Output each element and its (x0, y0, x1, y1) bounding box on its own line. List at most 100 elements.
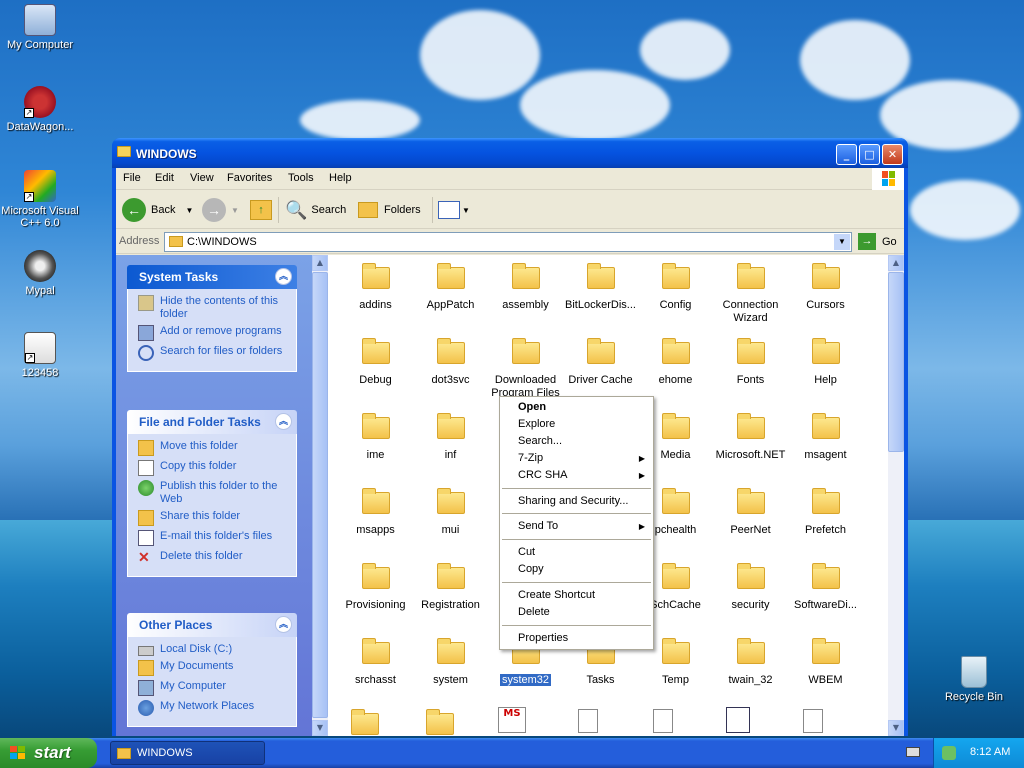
scroll-up-button[interactable]: ▲ (888, 255, 904, 271)
place-my-computer[interactable]: My Computer (138, 680, 290, 696)
chevron-up-icon[interactable]: ︽ (275, 268, 292, 285)
context-menu-properties[interactable]: Properties (518, 632, 568, 644)
task-copy-folder[interactable]: Copy this folder (138, 460, 290, 476)
title-bar[interactable]: WINDOWS _ □ ✕ (112, 138, 908, 168)
context-menu-search[interactable]: Search... (518, 435, 562, 447)
folder-item[interactable]: ehome (638, 338, 713, 387)
folder-item[interactable]: Connection Wizard (713, 263, 788, 325)
folder-item[interactable]: Microsoft.NET (713, 413, 788, 462)
scroll-up-button[interactable]: ▲ (312, 255, 328, 271)
menu-edit[interactable]: Edit (155, 172, 174, 184)
context-menu-crc-sha[interactable]: CRC SHA (518, 469, 568, 481)
place-my-network-places[interactable]: My Network Places (138, 700, 290, 716)
folders-button[interactable]: Folders (358, 196, 421, 224)
desktop-icon-my-computer[interactable]: My Computer (0, 4, 80, 51)
task-move-folder[interactable]: Move this folder (138, 440, 290, 456)
folder-item[interactable]: inf (413, 413, 488, 462)
folder-item[interactable]: assembly (488, 263, 563, 312)
place-my-documents[interactable]: My Documents (138, 660, 290, 676)
scroll-thumb[interactable] (888, 272, 904, 452)
chevron-up-icon[interactable]: ︽ (275, 413, 292, 430)
folder-item[interactable]: srchasst (338, 638, 413, 687)
context-menu-delete[interactable]: Delete (518, 606, 550, 618)
task-share-folder[interactable]: Share this folder (138, 510, 290, 526)
desktop-icon-datawagon[interactable]: ↗ DataWagon... (0, 86, 80, 133)
keyboard-icon[interactable] (906, 747, 920, 757)
context-menu-explore[interactable]: Explore (518, 418, 555, 430)
task-publish-folder[interactable]: Publish this folder to the Web (138, 480, 290, 506)
task-add-remove-programs[interactable]: Add or remove programs (138, 325, 290, 341)
folder-item[interactable]: Prefetch (788, 488, 863, 537)
folder-item[interactable]: Debug (338, 338, 413, 387)
folder-item[interactable]: addins (338, 263, 413, 312)
close-button[interactable]: ✕ (882, 144, 903, 165)
menu-view[interactable]: View (190, 172, 214, 184)
address-dropdown-button[interactable]: ▼ (834, 234, 850, 250)
scroll-thumb[interactable] (312, 272, 328, 718)
task-delete-folder[interactable]: ✕ Delete this folder (138, 550, 290, 566)
search-button[interactable]: 🔍 Search (285, 196, 346, 224)
context-menu-cut[interactable]: Cut (518, 546, 535, 558)
up-folder-button[interactable]: ↑ (250, 196, 272, 224)
context-menu-copy[interactable]: Copy (518, 563, 544, 575)
folder-item[interactable]: Help (788, 338, 863, 387)
task-hide-contents[interactable]: Hide the contents of this folder (138, 295, 290, 321)
folder-item[interactable]: PeerNet (713, 488, 788, 537)
folder-item[interactable]: SoftwareDi... (788, 563, 863, 612)
menu-file[interactable]: File (123, 172, 141, 184)
folder-item[interactable]: Fonts (713, 338, 788, 387)
folder-item[interactable]: BitLockerDis... (563, 263, 638, 312)
folder-item[interactable]: security (713, 563, 788, 612)
desktop-icon-visual-cpp[interactable]: ↗ Microsoft Visual C++ 6.0 (0, 170, 80, 229)
folder-item[interactable]: WBEM (788, 638, 863, 687)
scroll-down-button[interactable]: ▼ (888, 720, 904, 736)
context-menu-sharing-security[interactable]: Sharing and Security... (518, 495, 628, 507)
context-menu-open[interactable]: Open (518, 401, 546, 413)
folder-item[interactable]: dot3svc (413, 338, 488, 387)
context-menu-7zip[interactable]: 7-Zip (518, 452, 543, 464)
local-disk-icon (138, 646, 154, 656)
folder-item[interactable]: twain_32 (713, 638, 788, 687)
folder-item[interactable]: Config (638, 263, 713, 312)
context-menu-send-to[interactable]: Send To (518, 520, 558, 532)
folder-item[interactable]: Provisioning (338, 563, 413, 612)
menu-favorites[interactable]: Favorites (227, 172, 272, 184)
back-button[interactable]: ← Back ▼ (122, 196, 193, 224)
clock[interactable]: 8:12 AM (970, 746, 1010, 758)
network-tray-icon[interactable] (942, 746, 956, 760)
desktop-icon-123458[interactable]: ↗ 123458 (0, 332, 80, 379)
folder-item[interactable]: Registration (413, 563, 488, 612)
desktop-icon-mypal[interactable]: Mypal (0, 250, 80, 297)
panel-header[interactable]: File and Folder Tasks ︽ (127, 410, 297, 434)
panel-header[interactable]: Other Places ︽ (127, 613, 297, 637)
chevron-up-icon[interactable]: ︽ (275, 616, 292, 633)
context-menu-create-shortcut[interactable]: Create Shortcut (518, 589, 595, 601)
desktop-icon-recycle-bin[interactable]: Recycle Bin (934, 656, 1014, 703)
folder-item[interactable]: msapps (338, 488, 413, 537)
folder-item[interactable]: Downloaded Program Files (488, 338, 563, 400)
folder-item[interactable]: AppPatch (413, 263, 488, 312)
task-email-files[interactable]: E-mail this folder's files (138, 530, 290, 546)
taskbar-item-windows[interactable]: WINDOWS (110, 741, 265, 765)
start-button[interactable]: start (0, 738, 97, 768)
task-search-files[interactable]: Search for files or folders (138, 345, 290, 361)
left-scrollbar[interactable]: ▲ ▼ (312, 255, 328, 736)
panel-header[interactable]: System Tasks ︽ (127, 265, 297, 289)
folder-item[interactable]: mui (413, 488, 488, 537)
folder-item[interactable]: msagent (788, 413, 863, 462)
folder-item[interactable]: Driver Cache (563, 338, 638, 387)
place-local-disk[interactable]: Local Disk (C:) (138, 643, 290, 656)
go-button[interactable]: → Go (858, 233, 897, 250)
folder-item[interactable]: system (413, 638, 488, 687)
scroll-down-button[interactable]: ▼ (312, 720, 328, 736)
views-button[interactable]: ▼ (438, 196, 470, 224)
forward-button[interactable]: → ▼ (202, 196, 239, 224)
vertical-scrollbar[interactable]: ▲ ▼ (888, 255, 904, 736)
folder-item[interactable]: Cursors (788, 263, 863, 312)
folder-item[interactable]: ime (338, 413, 413, 462)
minimize-button[interactable]: _ (836, 144, 857, 165)
address-input[interactable]: C:\WINDOWS ▼ (164, 232, 852, 252)
menu-help[interactable]: Help (329, 172, 352, 184)
menu-tools[interactable]: Tools (288, 172, 314, 184)
maximize-button[interactable]: □ (859, 144, 880, 165)
